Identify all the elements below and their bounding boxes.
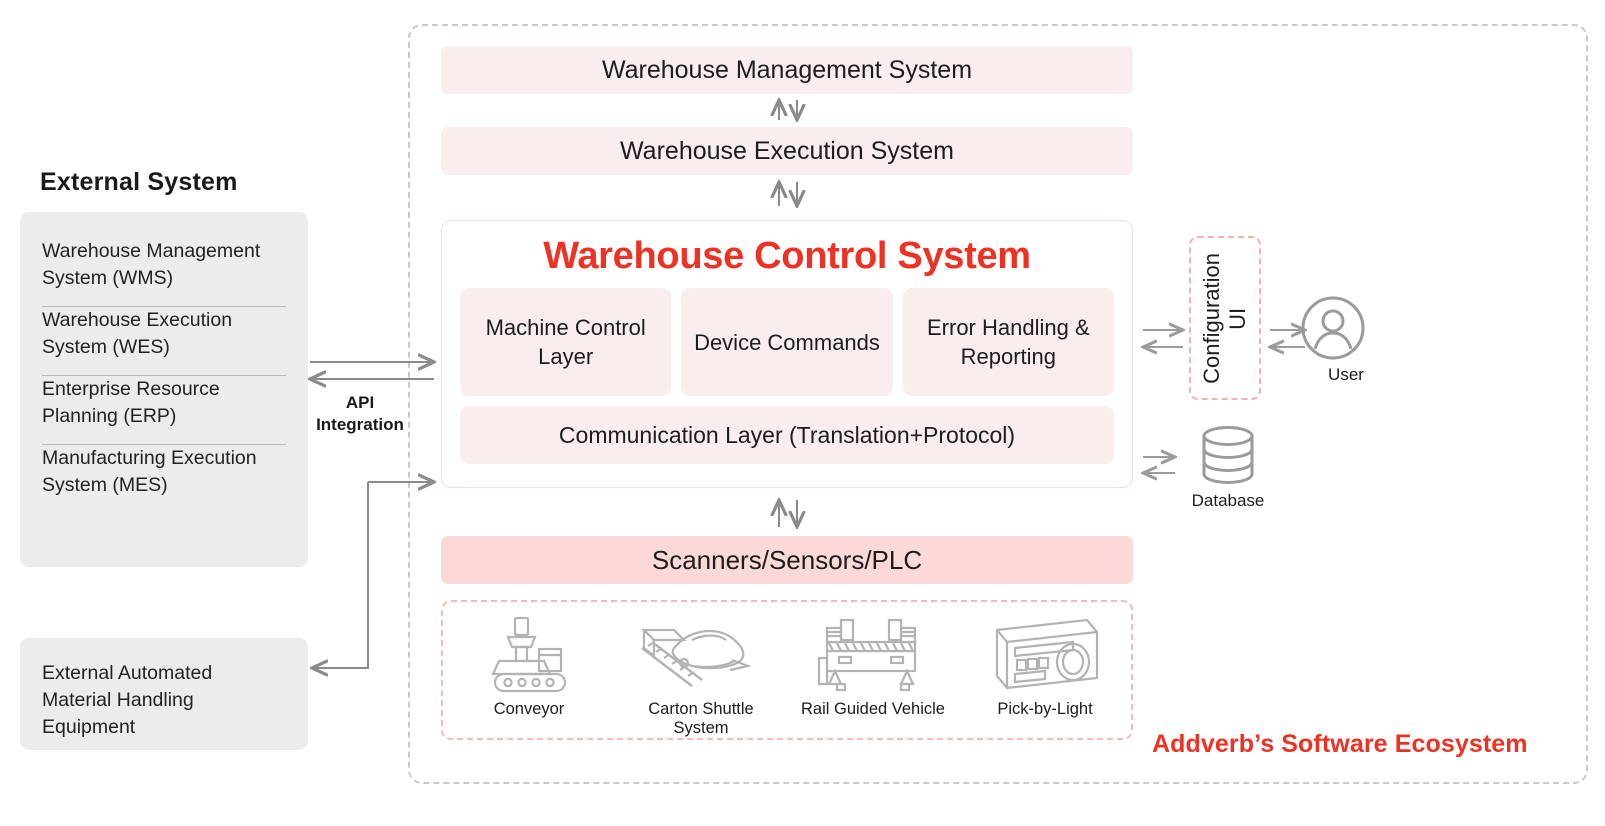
equipment-item: Carton Shuttle System [626, 616, 776, 738]
ecosystem-brand-label: Addverb’s Software Ecosystem [1152, 730, 1528, 758]
equipment-item: Conveyor [454, 616, 604, 719]
wes-bar: Warehouse Execution System [441, 127, 1133, 175]
wcs-subbox-row: Machine Control Layer Device Commands Er… [460, 288, 1114, 396]
database-icon [1202, 426, 1254, 485]
communication-layer-box: Communication Layer (Translation+Protoco… [460, 406, 1114, 464]
scanners-sensors-plc-bar: Scanners/Sensors/PLC [441, 536, 1133, 584]
external-equipment-panel: External Automated Material Handling Equ… [20, 638, 308, 750]
wcs-subbox-machine-control: Machine Control Layer [460, 288, 672, 396]
external-list-item: Warehouse Management System (WMS) [42, 240, 261, 289]
user-node: User [1300, 295, 1392, 385]
rail-guided-vehicle-icon [798, 616, 948, 694]
carton-shuttle-icon [626, 616, 776, 694]
wire-equipment-return [312, 482, 369, 668]
automation-equipment-group: Conveyor Carton Shuttle System Rail Guid… [441, 600, 1133, 740]
external-list-item: Manufacturing Execution System (MES) [42, 447, 257, 496]
user-icon [1301, 296, 1365, 360]
warehouse-control-system-card: Warehouse Control System Machine Control… [441, 220, 1133, 488]
equipment-label: Rail Guided Vehicle [800, 700, 945, 718]
configuration-ui-box: Configuration UI [1189, 236, 1261, 400]
configuration-ui-label: Configuration UI [1199, 252, 1250, 384]
equipment-label: Conveyor [493, 700, 565, 718]
equipment-label: Carton Shuttle System [648, 700, 754, 737]
wms-bar: Warehouse Management System [441, 46, 1133, 94]
wcs-subbox-error-handling: Error Handling & Reporting [902, 288, 1114, 396]
equipment-item: Rail Guided Vehicle [798, 616, 948, 719]
conveyor-icon [454, 616, 604, 694]
database-label: Database [1191, 491, 1265, 510]
external-list-item: Warehouse Execution System (WES) [42, 309, 233, 358]
external-system-panel: Warehouse Management System (WMS) Wareho… [20, 212, 308, 567]
wcs-title: Warehouse Control System [543, 235, 1031, 277]
equipment-item: Pick-by-Light [970, 616, 1120, 719]
user-label: User [1328, 365, 1364, 384]
database-node: Database [1180, 425, 1276, 511]
pick-by-light-icon [970, 616, 1120, 694]
api-integration-label: API Integration [316, 393, 404, 434]
external-list-item: Enterprise Resource Planning (ERP) [42, 378, 220, 427]
external-system-title: External System [40, 168, 238, 196]
wcs-subbox-device-commands: Device Commands [681, 288, 893, 396]
equipment-label: Pick-by-Light [997, 700, 1093, 718]
